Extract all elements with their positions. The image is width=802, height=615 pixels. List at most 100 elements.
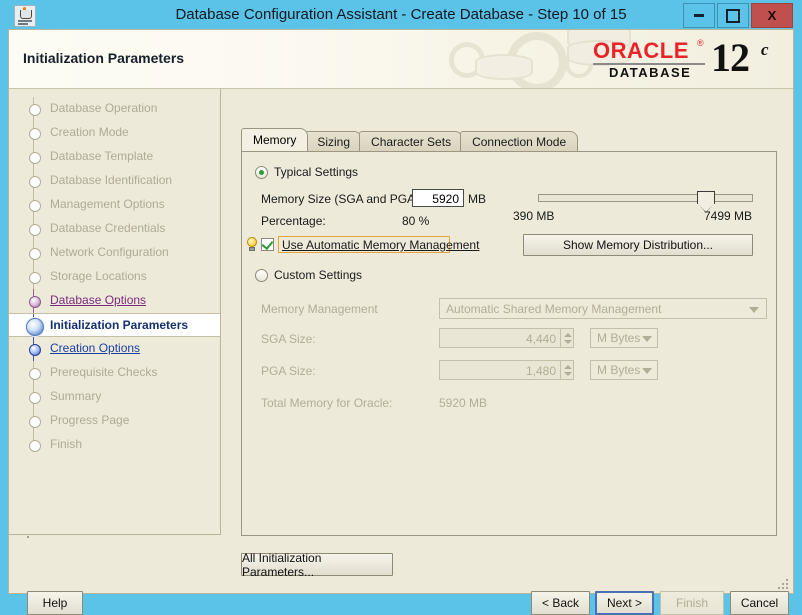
- tab-label: Sizing: [317, 135, 351, 149]
- use-automatic-memory-management-label: Use Automatic Memory Management: [282, 238, 480, 252]
- sidebar-item-label: Creation Mode: [50, 125, 129, 139]
- memory-management-select[interactable]: Automatic Shared Memory Management: [439, 298, 767, 319]
- maximize-button[interactable]: [717, 3, 749, 28]
- pga-size-label: PGA Size:: [261, 364, 316, 378]
- sidebar-item-network-configuration[interactable]: Network Configuration: [9, 241, 220, 265]
- help-button[interactable]: Help: [27, 591, 83, 615]
- next-button[interactable]: Next >: [595, 591, 654, 615]
- sidebar-item-label: Summary: [50, 389, 102, 403]
- memory-size-input[interactable]: 5920: [412, 189, 464, 207]
- sidebar-item-label: Progress Page: [50, 413, 130, 427]
- custom-settings-radio[interactable]: [255, 269, 268, 282]
- sidebar-item-initialization-parameters[interactable]: Initialization Parameters: [9, 313, 220, 338]
- step-bullet-icon: [29, 200, 41, 212]
- memory-size-label: Memory Size (SGA and PGA):: [261, 192, 423, 206]
- step-bullet-icon: [29, 176, 41, 188]
- step-bullet-icon: [29, 416, 41, 428]
- sidebar-item-database-credentials[interactable]: Database Credentials: [9, 217, 220, 241]
- title-bar: Database Configuration Assistant - Creat…: [0, 0, 802, 29]
- step-bullet-icon: [29, 128, 41, 140]
- use-automatic-memory-management-checkbox[interactable]: [261, 237, 274, 251]
- resize-grip-icon[interactable]: [778, 579, 790, 591]
- oracle-version-suffix: c: [761, 40, 769, 59]
- sidebar-item-label: Database Credentials: [50, 221, 166, 235]
- chevron-down-icon: [642, 336, 652, 342]
- dbca-window: Database Configuration Assistant - Creat…: [0, 0, 802, 615]
- step-bullet-icon: [29, 248, 41, 260]
- minimize-button[interactable]: [683, 3, 715, 28]
- sidebar-item-database-operation[interactable]: Database Operation: [9, 97, 220, 121]
- oracle-brand-text: ORACLE: [593, 38, 689, 63]
- sidebar-item-label: Initialization Parameters: [50, 318, 189, 332]
- sidebar-item-database-identification[interactable]: Database Identification: [9, 169, 220, 193]
- memory-management-value: Automatic Shared Memory Management: [446, 301, 662, 316]
- sidebar-item-summary[interactable]: Summary: [9, 385, 220, 409]
- sidebar-item-creation-options[interactable]: Creation Options: [9, 337, 220, 361]
- percentage-value: 80 %: [402, 214, 430, 228]
- step-bullet-icon: [29, 272, 41, 284]
- tab-label: Memory: [253, 133, 297, 147]
- step-bullet-icon: [29, 152, 41, 164]
- client-area: Initialization Parameters ORACLE ® DATAB…: [8, 29, 794, 615]
- sidebar-item-label: Network Configuration: [50, 245, 169, 259]
- tab-memory[interactable]: Memory: [241, 128, 309, 151]
- main-panel: Memory Sizing Character Sets Connection …: [222, 89, 793, 536]
- tab-label: Connection Mode: [472, 135, 567, 149]
- sga-size-stepper[interactable]: [560, 328, 574, 348]
- tab-character-sets[interactable]: Character Sets: [359, 131, 464, 151]
- chevron-down-icon: [642, 368, 652, 374]
- step-bullet-icon: [29, 440, 41, 452]
- back-button[interactable]: < Back: [531, 591, 590, 615]
- tab-connection-mode[interactable]: Connection Mode: [460, 131, 579, 151]
- memory-size-unit: MB: [468, 192, 486, 206]
- pga-size-input[interactable]: 1,480: [439, 360, 561, 380]
- step-bullet-icon: [29, 368, 41, 380]
- tab-sizing[interactable]: Sizing: [305, 131, 363, 151]
- minimize-icon: [694, 14, 704, 17]
- steps-list: Database Operation Creation Mode Databas…: [9, 97, 220, 457]
- sidebar-item-finish[interactable]: Finish: [9, 433, 220, 457]
- finish-button: Finish: [660, 591, 724, 615]
- page-header: Initialization Parameters ORACLE ® DATAB…: [9, 30, 793, 89]
- memory-size-slider-thumb[interactable]: [697, 191, 715, 213]
- total-memory-value: 5920 MB: [439, 396, 488, 410]
- typical-settings-label: Typical Settings: [274, 165, 359, 179]
- sidebar-item-label: Database Identification: [50, 173, 173, 187]
- checkmark-icon: [261, 237, 274, 251]
- sidebar-item-database-options[interactable]: Database Options: [9, 289, 220, 313]
- tab-label: Character Sets: [371, 135, 452, 149]
- sidebar-item-label: Management Options: [50, 197, 165, 211]
- sidebar-item-label: Database Template: [50, 149, 154, 163]
- registered-mark: ®: [697, 38, 704, 48]
- sga-size-unit-value: M Bytes: [597, 331, 641, 345]
- typical-settings-radio[interactable]: [255, 166, 268, 179]
- sidebar-item-label: Finish: [50, 437, 83, 451]
- oracle-product-text: DATABASE: [609, 65, 692, 80]
- sga-size-label: SGA Size:: [261, 332, 316, 346]
- sidebar-item-creation-mode[interactable]: Creation Mode: [9, 121, 220, 145]
- cancel-button[interactable]: Cancel: [730, 591, 789, 615]
- sga-size-unit-select[interactable]: M Bytes: [590, 328, 658, 348]
- sidebar-item-label: Database Options: [50, 293, 147, 307]
- close-button[interactable]: X: [751, 3, 793, 28]
- step-bullet-icon: [29, 296, 41, 308]
- pga-size-stepper[interactable]: [560, 360, 574, 380]
- step-bullet-icon: [26, 318, 44, 336]
- show-memory-distribution-button[interactable]: Show Memory Distribution...: [523, 234, 753, 256]
- sidebar-item-management-options[interactable]: Management Options: [9, 193, 220, 217]
- step-bullet-icon: [29, 224, 41, 236]
- sidebar-item-prerequisite-checks[interactable]: Prerequisite Checks: [9, 361, 220, 385]
- step-bullet-icon: [29, 392, 41, 404]
- pga-size-unit-select[interactable]: M Bytes: [590, 360, 658, 380]
- sidebar-item-label: Prerequisite Checks: [50, 365, 158, 379]
- sidebar-item-label: Database Operation: [50, 101, 158, 115]
- memory-management-label: Memory Management: [261, 302, 378, 316]
- sidebar-item-progress-page[interactable]: Progress Page: [9, 409, 220, 433]
- sidebar-item-database-template[interactable]: Database Template: [9, 145, 220, 169]
- chevron-down-icon: [749, 306, 759, 313]
- sidebar-item-storage-locations[interactable]: Storage Locations: [9, 265, 220, 289]
- footer-bar: All Initialization Parameters...: [9, 536, 793, 593]
- all-initialization-parameters-button[interactable]: All Initialization Parameters...: [241, 551, 393, 579]
- sga-size-input[interactable]: 4,440: [439, 328, 561, 348]
- memory-size-slider-track[interactable]: [538, 194, 753, 202]
